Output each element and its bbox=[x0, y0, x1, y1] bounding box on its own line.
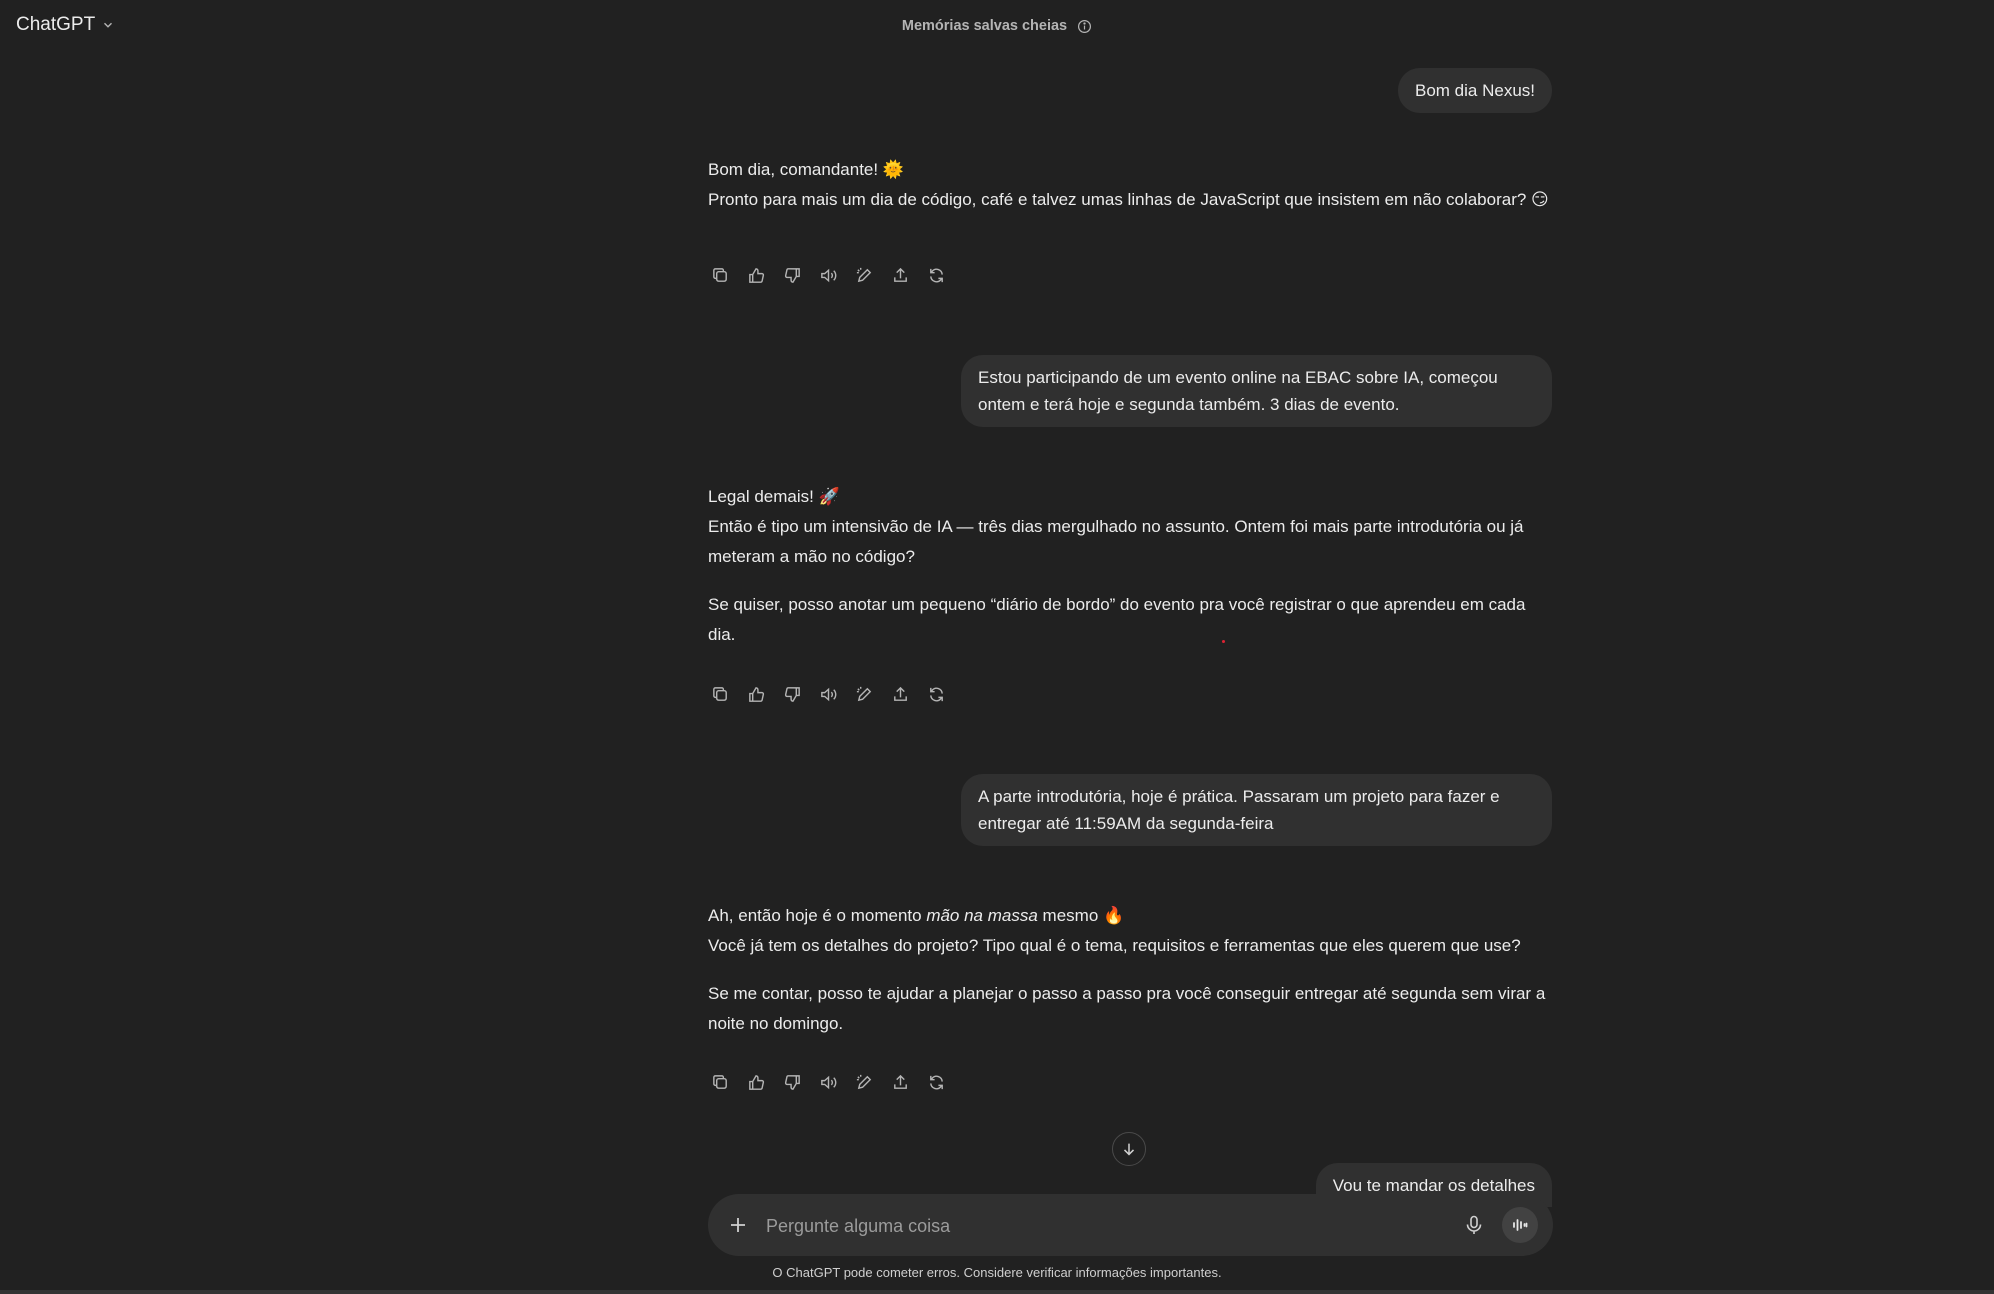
user-message-text: Bom dia Nexus! bbox=[1415, 81, 1535, 100]
share-button[interactable] bbox=[888, 263, 912, 287]
scroll-to-bottom-button[interactable] bbox=[1112, 1132, 1146, 1166]
assistant-message: Bom dia, comandante! 🌞 Pronto para mais … bbox=[708, 155, 1553, 215]
voice-waveform-icon bbox=[1513, 1219, 1528, 1231]
read-aloud-icon bbox=[820, 687, 836, 701]
memory-notice-text: Memórias salvas cheias bbox=[901, 18, 1068, 34]
regenerate-button[interactable] bbox=[924, 1070, 948, 1094]
read-aloud-button[interactable] bbox=[816, 1070, 840, 1094]
window-bottom-edge bbox=[0, 1290, 1994, 1294]
thumbs-down-icon bbox=[784, 686, 800, 702]
arrow-down-icon bbox=[1123, 1143, 1135, 1156]
cursor-dot bbox=[1222, 640, 1225, 643]
read-aloud-icon bbox=[820, 1075, 836, 1089]
bad-response-button[interactable] bbox=[780, 263, 804, 287]
top-bar: ChatGPT Memórias salvas cheias bbox=[0, 0, 1994, 54]
assistant-text-line: Ah, então hoje é o momento bbox=[708, 906, 927, 925]
emphasis-text: mão na massa bbox=[926, 906, 1038, 925]
thumbs-down-icon bbox=[784, 267, 800, 283]
thumbs-up-icon bbox=[748, 686, 764, 702]
message-actions bbox=[708, 682, 948, 706]
edit-canvas-button[interactable] bbox=[852, 263, 876, 287]
thumbs-up-icon bbox=[748, 267, 764, 283]
good-response-button[interactable] bbox=[744, 263, 768, 287]
user-message-text: Vou te mandar os detalhes bbox=[1332, 1176, 1535, 1195]
edit-canvas-button[interactable] bbox=[852, 1070, 876, 1094]
read-aloud-button[interactable] bbox=[816, 682, 840, 706]
voice-mode-button[interactable] bbox=[1502, 1207, 1538, 1243]
assistant-text-line: mesmo 🔥 bbox=[1037, 906, 1125, 925]
assistant-text-line: Então é tipo um intensivão de IA — três … bbox=[708, 517, 1524, 566]
assistant-text-line: Você já tem os detalhes do projeto? Tipo… bbox=[708, 936, 1521, 955]
assistant-paragraph: Se me contar, posso te ajudar a planejar… bbox=[708, 984, 1546, 1033]
edit-canvas-button[interactable] bbox=[852, 682, 876, 706]
share-icon bbox=[893, 686, 907, 701]
copy-button[interactable] bbox=[708, 1070, 732, 1094]
thumbs-up-icon bbox=[748, 1074, 764, 1090]
copy-icon bbox=[712, 686, 727, 701]
assistant-paragraph: Legal demais! 🚀 Então é tipo um intensiv… bbox=[708, 482, 1553, 572]
assistant-message: Legal demais! 🚀 Então é tipo um intensiv… bbox=[708, 482, 1553, 650]
assistant-paragraph: Ah, então hoje é o momento mão na massa … bbox=[708, 901, 1553, 961]
user-message: A parte introdutória, hoje é prática. Pa… bbox=[961, 774, 1552, 846]
regenerate-icon bbox=[929, 1075, 943, 1089]
share-icon bbox=[893, 1074, 907, 1089]
regenerate-button[interactable] bbox=[924, 682, 948, 706]
info-icon[interactable] bbox=[1077, 19, 1092, 34]
edit-canvas-icon bbox=[856, 686, 871, 701]
regenerate-icon bbox=[929, 268, 943, 282]
copy-button[interactable] bbox=[708, 682, 732, 706]
memory-full-notice[interactable]: Memórias salvas cheias bbox=[0, 18, 1994, 34]
prompt-input[interactable] bbox=[764, 1207, 1448, 1245]
assistant-paragraph: Se quiser, posso anotar um pequeno “diár… bbox=[708, 595, 1526, 644]
user-message-text: Estou participando de um evento online n… bbox=[978, 368, 1498, 414]
read-aloud-icon bbox=[820, 268, 836, 282]
share-button[interactable] bbox=[888, 1070, 912, 1094]
message-actions bbox=[708, 1070, 948, 1094]
disclaimer-text: O ChatGPT pode cometer erros. Considere … bbox=[772, 1265, 1222, 1280]
composer bbox=[708, 1194, 1553, 1256]
edit-canvas-icon bbox=[856, 1074, 871, 1089]
thumbs-down-icon bbox=[784, 1074, 800, 1090]
assistant-text-line: Legal demais! 🚀 bbox=[708, 487, 840, 506]
bad-response-button[interactable] bbox=[780, 1070, 804, 1094]
share-icon bbox=[893, 267, 907, 282]
message-actions bbox=[708, 263, 948, 287]
read-aloud-button[interactable] bbox=[816, 263, 840, 287]
microphone-icon[interactable] bbox=[1463, 1214, 1485, 1236]
edit-canvas-icon bbox=[856, 267, 871, 282]
good-response-button[interactable] bbox=[744, 682, 768, 706]
assistant-paragraph: Bom dia, comandante! 🌞 Pronto para mais … bbox=[708, 155, 1553, 215]
regenerate-icon bbox=[929, 687, 943, 701]
user-message: Estou participando de um evento online n… bbox=[961, 355, 1552, 427]
share-button[interactable] bbox=[888, 682, 912, 706]
copy-icon bbox=[712, 1074, 727, 1089]
good-response-button[interactable] bbox=[744, 1070, 768, 1094]
assistant-text-line: Pronto para mais um dia de código, café … bbox=[708, 190, 1549, 209]
assistant-text-line: Bom dia, comandante! 🌞 bbox=[708, 160, 904, 179]
user-message: Bom dia Nexus! bbox=[1398, 68, 1552, 113]
assistant-message: Ah, então hoje é o momento mão na massa … bbox=[708, 901, 1553, 1039]
regenerate-button[interactable] bbox=[924, 263, 948, 287]
user-message-text: A parte introdutória, hoje é prática. Pa… bbox=[978, 787, 1500, 833]
copy-button[interactable] bbox=[708, 263, 732, 287]
bad-response-button[interactable] bbox=[780, 682, 804, 706]
copy-icon bbox=[712, 267, 727, 282]
plus-icon[interactable] bbox=[726, 1213, 750, 1237]
